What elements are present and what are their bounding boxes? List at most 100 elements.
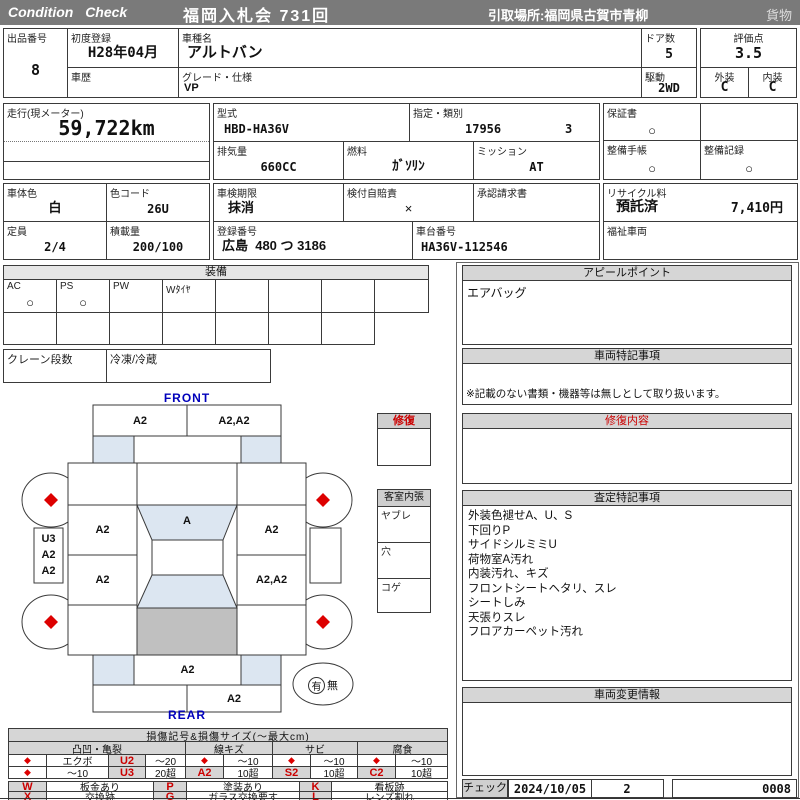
appeal-text: エアバッグ (467, 286, 527, 300)
equipment-cell-ps: PS ○ (56, 279, 110, 313)
displacement-value: 660CC (260, 160, 297, 174)
check-date-value: 2024/10/05 (513, 782, 587, 796)
history-cell: 車歴 (67, 67, 179, 98)
pickup-location: 引取場所:福岡県古賀市青柳 (488, 8, 649, 23)
maintenance-book-label: 整備手帳 (607, 146, 647, 157)
windshield-mark: A (183, 515, 191, 527)
equipment-empty-cell (374, 279, 429, 313)
repair-detail-panel: 修復内容 (462, 413, 792, 484)
change-info-panel: 車両変更情報 (462, 687, 792, 776)
maintenance-book-cell: 整備手帳 ○ (603, 140, 701, 180)
model-code-label: 型式 (217, 109, 237, 120)
assessment-item: シートしみ (468, 597, 526, 609)
repair-flag-box: 修復 (377, 413, 431, 466)
equipment-empty-cell (162, 312, 216, 345)
score-value: 3.5 (734, 44, 763, 62)
cabin-row-burn: コゲ (378, 578, 430, 612)
model-name-value: アルトバン (187, 44, 263, 61)
equipment-ps-label: PS (60, 281, 74, 292)
equipment-empty-cell (215, 312, 269, 345)
first-registration-value: H28年04月 (87, 45, 159, 61)
legend-cell: 10超 (223, 766, 273, 780)
model-code-cell: 型式 HBD-HA36V (213, 103, 410, 142)
warranty-cell: 保証書 ○ (603, 103, 701, 141)
assessment-item: 外装色褪せA、U、S (468, 510, 573, 522)
auction-sheet: Condition Check 福岡入札会 731回 引取場所:福岡県古賀市青柳… (0, 0, 800, 800)
diamond-icon: ◆ (373, 755, 380, 765)
cabin-tear-label: ヤブレ (381, 511, 411, 522)
score-label: 評価点 (733, 34, 764, 45)
equipment-ac-value: ○ (26, 295, 34, 310)
equipment-empty-cell (321, 279, 375, 313)
left-rear-door-mark: A2 (95, 574, 110, 586)
recycle-fee-value: 7,410円 (730, 201, 783, 216)
vehicle-notes-title: 車両特記事項 (463, 349, 791, 364)
legend-text: 10超 (410, 769, 433, 780)
legend-cell: 10超 (310, 766, 358, 780)
recycle-fee-cell: リサイクル料 預託済 7,410円 (603, 183, 798, 222)
legend-cell: 10超 (395, 766, 448, 780)
brand-logo: Condition Check (8, 4, 128, 20)
right-side-marks-box (309, 527, 342, 584)
history-label: 車歴 (71, 73, 91, 84)
equipment-empty-cell (321, 312, 375, 345)
class-number-value: 17956 (465, 122, 502, 136)
legend-cell: 〜10 (46, 766, 109, 780)
exterior-grade-cell: 外装 C (700, 67, 749, 98)
legend-group-rust: サビ (272, 741, 358, 756)
cargo-area (136, 607, 238, 656)
doors-label: ドア数 (645, 34, 675, 45)
capacity-cell: 定員 2/4 (3, 221, 107, 260)
repair-flag-title: 修復 (378, 414, 430, 429)
check-count-value: 2 (623, 782, 631, 796)
inspection-value: 抹消 (228, 200, 255, 215)
warranty-empty-cell (700, 103, 798, 141)
legend-diamond-icon: ◆ (8, 766, 47, 779)
load-label: 積載量 (110, 227, 140, 238)
color-code-label: 色コード (110, 189, 150, 200)
mileage-divider-dotted (4, 141, 209, 142)
mileage-divider-solid (4, 161, 209, 162)
exterior-grade-value: C (720, 80, 729, 95)
maintenance-record-cell: 整備記録 ○ (700, 140, 798, 180)
cabin-row-hole: 穴 (378, 542, 430, 579)
auction-title: 福岡入札会 731回 (183, 8, 331, 25)
legend-text: 〜10 (66, 769, 89, 780)
equipment-wtire-label: Wﾀｲﾔ (166, 285, 191, 296)
equipment-empty-cell (215, 279, 269, 313)
check-date-box: 2024/10/05 2 (508, 779, 664, 798)
crane-cell: クレーン段数 (3, 349, 107, 383)
fuel-cell: 燃料 ｶﾞｿﾘﾝ (343, 141, 474, 180)
appeal-title: アピールポイント (463, 266, 791, 281)
cabin-interior-box: 客室内張 ヤブレ 穴 コゲ (377, 489, 431, 613)
assessment-item: フロアカーペット汚れ (468, 626, 583, 638)
assessment-item: 荷物室A汚れ (468, 553, 534, 566)
color-code-value: 26U (147, 202, 169, 216)
check-label-cell: チェック (462, 779, 508, 798)
right-front-door-mark: A2 (264, 524, 279, 536)
legend-code-a2: A2 (185, 766, 224, 779)
insurance-label: 検付自賠責 (347, 189, 397, 200)
mission-value: AT (529, 160, 544, 174)
diamond-icon: ◆ (288, 755, 295, 765)
equipment-pw-label: PW (113, 281, 130, 292)
crane-label: クレーン段数 (7, 354, 73, 366)
legend-text: 20超 (154, 769, 177, 780)
cabin-row-tear: ヤブレ (378, 506, 430, 543)
recycle-status-value: 預託済 (616, 198, 658, 214)
legend-code: A2 (197, 766, 212, 779)
fridge-cell: 冷凍/冷蔵 (106, 349, 271, 383)
model-name-cell: 車種名 アルトバン (178, 28, 642, 68)
assessment-item: サイドシルミミU (468, 539, 557, 551)
assessment-list: 外装色褪せA、U、S 下回りP サイドシルミミU 荷物室A汚れ 内装汚れ、キズ … (468, 509, 617, 640)
left-side-marks: U3 A2 A2 (34, 531, 63, 579)
body-color-value: 白 (48, 200, 62, 215)
color-code-cell: 色コード 26U (106, 183, 210, 222)
spare-tire-indicator: 有 無 (294, 666, 352, 704)
diamond-icon: ◆ (24, 767, 31, 777)
drive-cell: 駆動 2WD (641, 67, 697, 98)
legend-group-corrosion: 腐食 (357, 741, 448, 756)
cabin-interior-title: 客室内張 (378, 490, 430, 507)
vehicle-notes-footer: ※記載のない書類・機器等は無しとして取り扱います。 (466, 388, 726, 400)
cabin-burn-label: コゲ (381, 583, 401, 594)
